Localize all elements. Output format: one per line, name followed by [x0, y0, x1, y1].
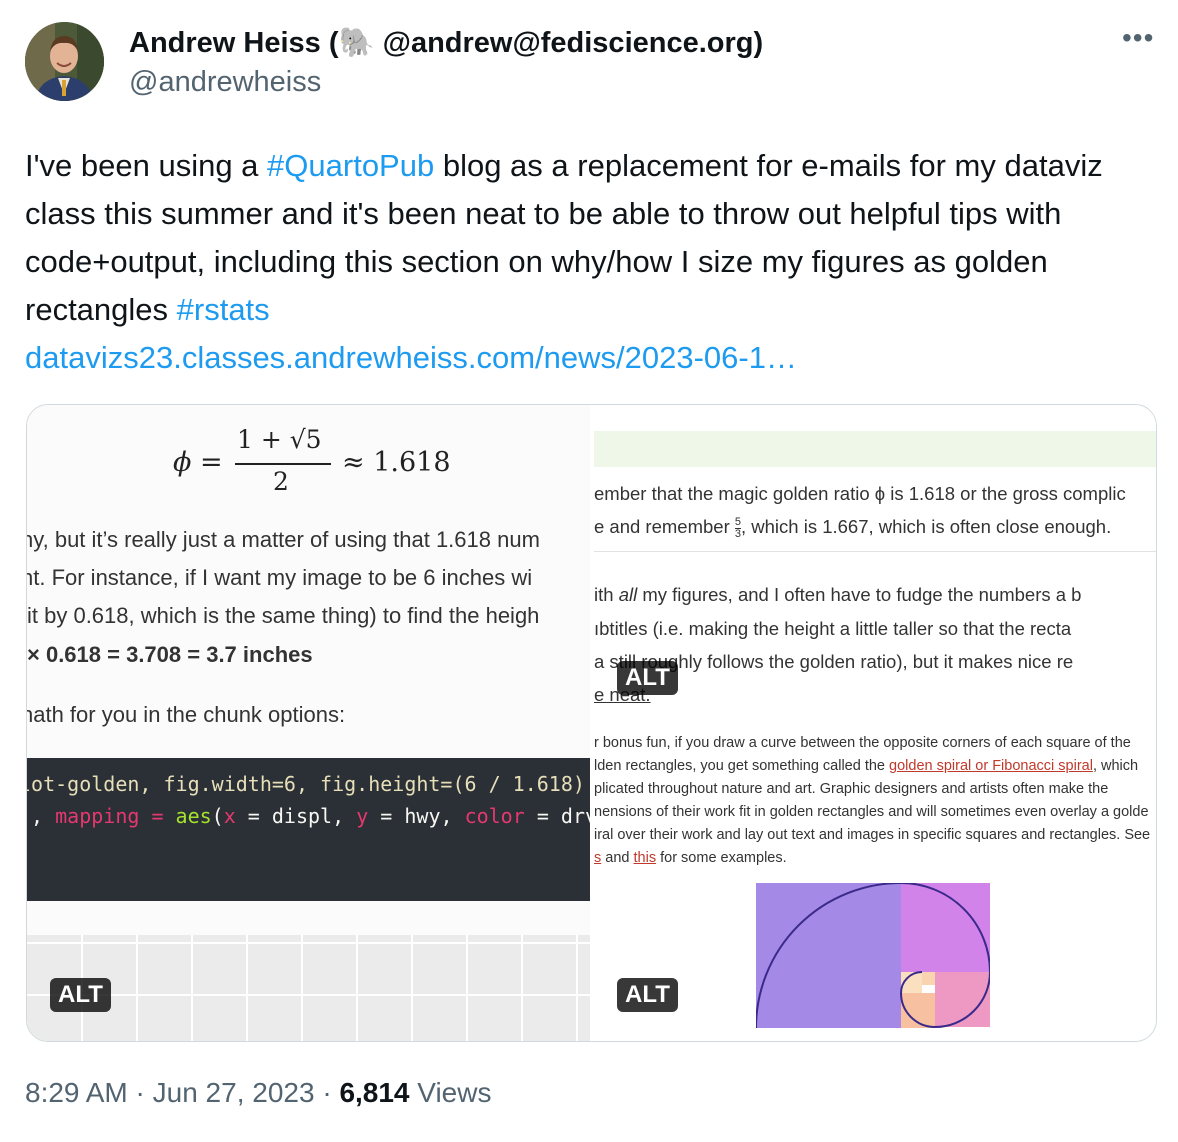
alt-text-badge[interactable]: ALT: [50, 978, 111, 1012]
spiral-square-large: [756, 883, 901, 1028]
text-part: ith: [594, 584, 619, 605]
separator: ·: [127, 1077, 153, 1108]
code-token: color: [464, 804, 525, 828]
text-line-bold: × 0.618 = 3.708 = 3.7 inches: [27, 642, 313, 667]
views-count: 6,814: [339, 1077, 410, 1108]
code-token: y: [356, 804, 369, 828]
code-line-chunk-options: lot-golden, fig.width=6, fig.height=(6 /…: [27, 772, 585, 796]
text-line: nath for you in the chunk options:: [27, 702, 346, 727]
code-token: = hwy,: [368, 804, 465, 828]
text-part: for some examples.: [656, 850, 787, 866]
code-token: ),: [27, 804, 44, 828]
media-image-left[interactable]: ϕ = 1 + √5 2 ≈ 1.618 ny, but it’s really…: [27, 405, 590, 1041]
formula-denominator: 2: [273, 467, 289, 496]
code-line-ggplot: ), mapping = aes(x = displ, y = hwy, col…: [27, 804, 590, 828]
views-label: Views: [409, 1077, 492, 1108]
formula-equals: =: [200, 447, 223, 478]
divider: [594, 551, 1156, 552]
code-token: = drv: [524, 804, 590, 828]
spiral-square-micro: [922, 972, 935, 985]
elephant-icon: 🐘: [338, 27, 375, 59]
avatar-photo: [25, 22, 104, 101]
plot-grid-background: [27, 935, 590, 1041]
golden-spiral-diagram: [756, 883, 990, 1028]
media-image-right[interactable]: ember that the magic golden ratio ϕ is 1…: [594, 405, 1156, 1041]
formula-fraction-bar: [235, 463, 331, 465]
separator: ·: [314, 1077, 340, 1108]
hashtag-rstats[interactable]: #rstats: [177, 292, 270, 327]
tweet-text-part: I've been using a: [25, 148, 268, 183]
text-part: , which: [1092, 758, 1139, 774]
example-link[interactable]: this: [634, 850, 657, 866]
hashtag-quartopub[interactable]: #QuartoPub: [267, 148, 434, 183]
text-line: ember that the magic golden ratio ϕ is 1…: [594, 483, 1126, 504]
golden-spiral-link[interactable]: golden spiral or Fibonacci spiral: [889, 758, 1093, 774]
text-part: my figures, and I often have to fudge th…: [637, 584, 1082, 605]
code-token: aes: [175, 804, 212, 828]
highlight-bar: [594, 431, 1156, 467]
small-text-line: iral over their work and lay out text an…: [594, 827, 1151, 843]
text-emphasis: all: [618, 584, 638, 605]
alt-text-badge[interactable]: ALT: [617, 978, 678, 1012]
text-part: e and remember: [594, 516, 735, 537]
small-text-line: plicated throughout nature and art. Grap…: [594, 781, 1109, 797]
small-text-line: r bonus fun, if you draw a curve between…: [594, 735, 1131, 751]
text-line: e and remember 53, which is 1.667, which…: [594, 516, 1111, 540]
alt-text-badge[interactable]: ALT: [617, 661, 678, 695]
author-display-name[interactable]: Andrew Heiss (🐘 @andrew@fediscience.org): [129, 26, 763, 60]
tweet-time[interactable]: 8:29 AM: [25, 1077, 128, 1108]
text-part: lden rectangles, you get something calle…: [594, 758, 890, 774]
text-line: ny, but it’s really just a matter of usi…: [27, 527, 540, 552]
more-options-icon[interactable]: •••: [1122, 22, 1154, 54]
small-text-line: s and this for some examples.: [594, 850, 787, 866]
text-part: and: [601, 850, 634, 866]
formula-approx: ≈ 1.618: [342, 447, 451, 478]
tweet-date[interactable]: Jun 27, 2023: [153, 1077, 315, 1108]
text-line: ith all my figures, and I often have to …: [594, 584, 1081, 606]
small-text-line: nensions of their work fit in golden rec…: [594, 804, 1149, 820]
formula-phi: ϕ: [173, 447, 192, 478]
avatar[interactable]: [25, 22, 104, 101]
small-text-line: lden rectangles, you get something calle…: [594, 758, 1138, 774]
tweet-text: I've been using a #QuartoPub blog as a r…: [25, 142, 1155, 382]
tweet-metadata: 8:29 AM · Jun 27, 2023 · 6,814 Views: [25, 1077, 491, 1109]
text-line: it by 0.618, which is the same thing) to…: [27, 603, 540, 628]
formula-numerator: 1 + √5: [237, 425, 322, 454]
author-handle[interactable]: @andrewheiss: [129, 66, 321, 99]
code-token: mapping: [55, 804, 140, 828]
code-block: lot-golden, fig.width=6, fig.height=(6 /…: [27, 758, 590, 901]
spiral-square-medium: [901, 883, 990, 972]
tweet-url-link[interactable]: datavizs23.classes.andrewheiss.com/news/…: [25, 340, 797, 375]
text-part: , which is 1.667, which is often close e…: [741, 516, 1112, 537]
media-grid: ϕ = 1 + √5 2 ≈ 1.618 ny, but it’s really…: [26, 404, 1157, 1042]
display-name-suffix: @andrew@fediscience.org): [374, 27, 764, 59]
text-line: nt. For instance, if I want my image to …: [27, 565, 533, 590]
code-token: (: [211, 804, 224, 828]
code-token: x: [223, 804, 236, 828]
text-line: ıbtitles (i.e. making the height a littl…: [594, 618, 1072, 639]
code-token: =: [139, 804, 176, 828]
display-name-prefix: Andrew Heiss (: [129, 27, 339, 59]
code-token: = displ,: [235, 804, 357, 828]
